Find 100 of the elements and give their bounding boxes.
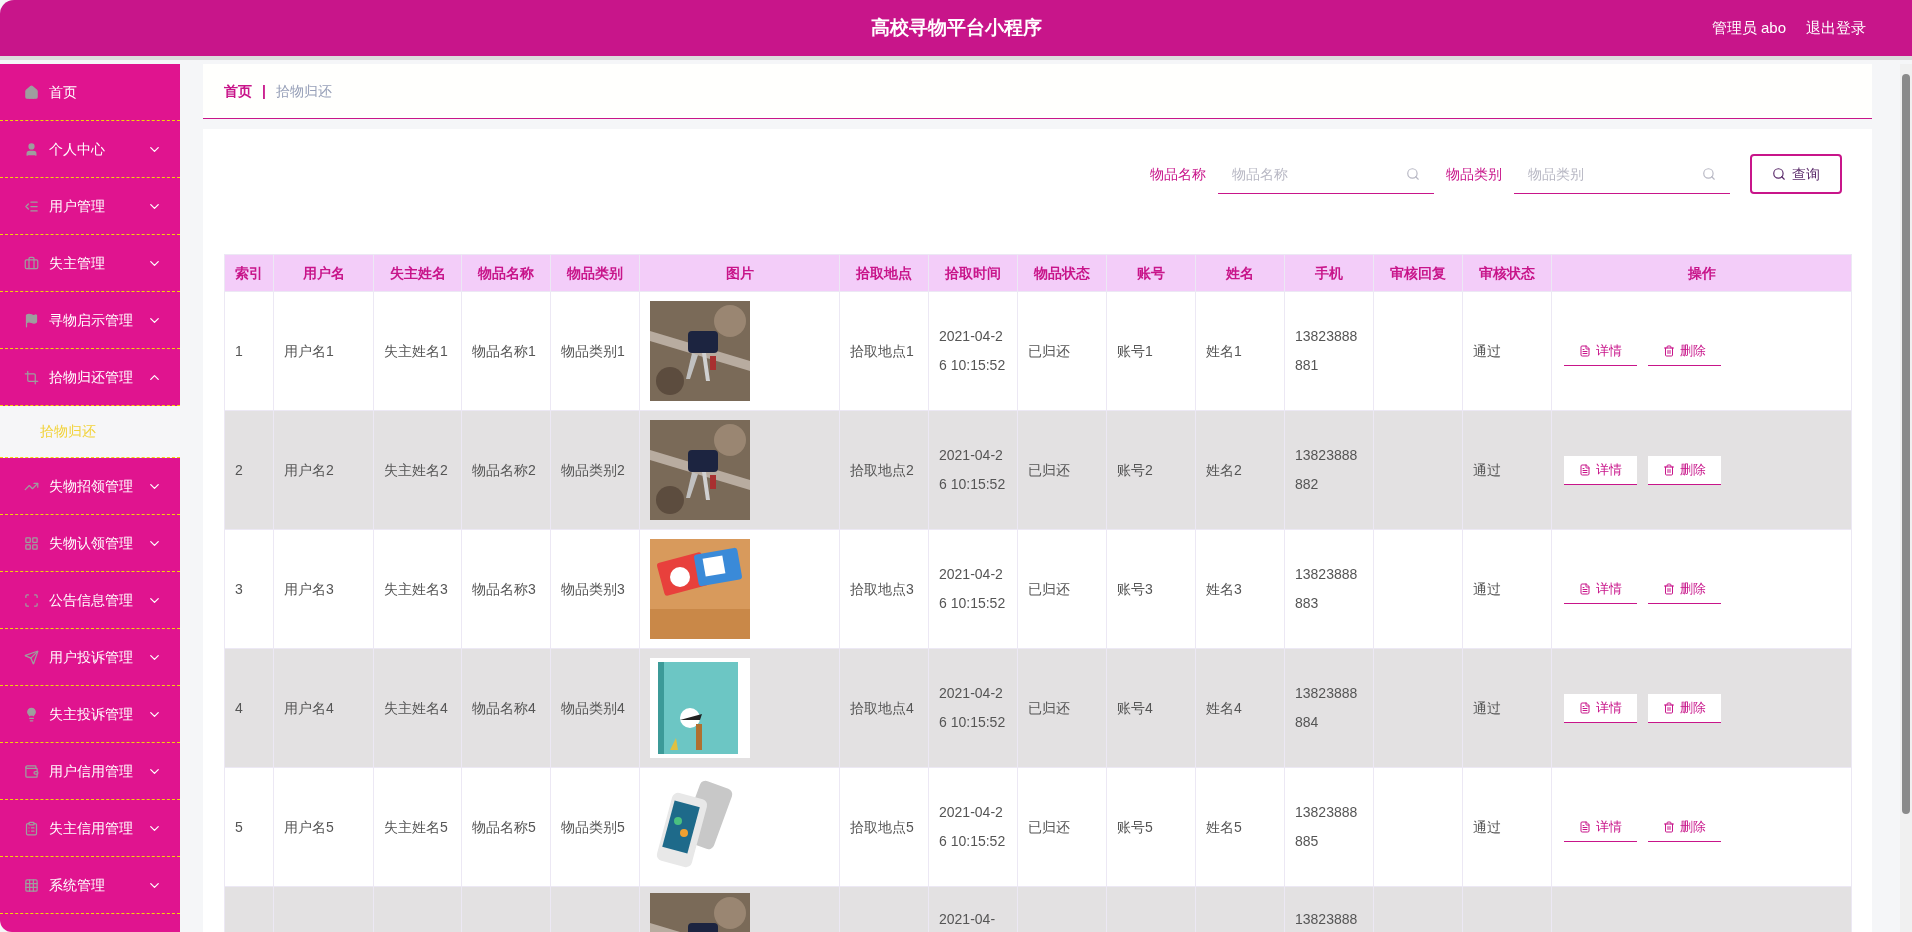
table-cell: 拾取地点1 bbox=[850, 342, 914, 359]
list-icon bbox=[24, 198, 39, 214]
table-cell: 账号1 bbox=[1117, 342, 1153, 359]
trash-icon bbox=[1663, 820, 1675, 833]
table-cell: 物品类别3 bbox=[561, 580, 625, 597]
delete-button[interactable]: 删除 bbox=[1648, 693, 1721, 723]
detail-button[interactable]: 详情 bbox=[1564, 693, 1637, 723]
table-cell: 物品类别5 bbox=[561, 818, 625, 835]
sidebar-item[interactable]: 用户管理 bbox=[0, 178, 180, 235]
table-cell: 失主姓名3 bbox=[384, 580, 448, 597]
table-cell: 物品类别2 bbox=[561, 461, 625, 478]
sidebar-item[interactable]: 失物招领管理 bbox=[0, 458, 180, 515]
trash-icon bbox=[1663, 463, 1675, 476]
table-cell: 物品名称4 bbox=[472, 699, 536, 716]
table-cell: 姓名4 bbox=[1206, 699, 1242, 716]
table-cell: 已归还 bbox=[1028, 342, 1070, 359]
table-cell: 2021-04- bbox=[939, 911, 996, 927]
search-icon bbox=[1406, 167, 1420, 181]
search-field[interactable]: 物品名称 bbox=[1218, 154, 1434, 194]
sidebar-item[interactable]: 系统管理 bbox=[0, 857, 180, 914]
table-cell: 用户名1 bbox=[284, 342, 334, 359]
detail-button[interactable]: 详情 bbox=[1564, 455, 1637, 485]
column-header: 物品类别 bbox=[550, 254, 640, 292]
table-cell: 13823888884 bbox=[1295, 685, 1358, 730]
logout-link[interactable]: 退出登录 bbox=[1806, 16, 1866, 40]
column-header: 姓名 bbox=[1195, 254, 1285, 292]
trash-icon bbox=[1663, 701, 1675, 714]
flag-icon bbox=[24, 312, 39, 328]
table-cell: 姓名5 bbox=[1206, 818, 1242, 835]
user-icon bbox=[24, 141, 39, 157]
column-header: 物品状态 bbox=[1017, 254, 1107, 292]
table-cell: 13823888 bbox=[1295, 911, 1358, 927]
table-cell: 13823888883 bbox=[1295, 566, 1358, 611]
briefcase-icon bbox=[24, 255, 39, 271]
table-cell: 13823888882 bbox=[1295, 447, 1358, 492]
table-cell: 物品类别1 bbox=[561, 342, 625, 359]
search-label: 物品类别 bbox=[1446, 164, 1502, 184]
column-header: 索引 bbox=[224, 254, 274, 292]
table-cell: 2021-04-26 10:15:52 bbox=[939, 447, 1006, 492]
column-header: 账号 bbox=[1106, 254, 1196, 292]
table-cell: 5 bbox=[235, 818, 243, 835]
table-cell: 用户名4 bbox=[284, 699, 334, 716]
sidebar-item[interactable]: 个人中心 bbox=[0, 121, 180, 178]
breadcrumb-home[interactable]: 首页 bbox=[224, 80, 252, 102]
scan-icon bbox=[24, 592, 39, 608]
column-header: 物品名称 bbox=[461, 254, 551, 292]
query-button[interactable]: 查询 bbox=[1750, 154, 1842, 194]
column-header: 审核回复 bbox=[1373, 254, 1463, 292]
column-header: 审核状态 bbox=[1462, 254, 1552, 292]
table-cell: 2021-04-26 10:15:52 bbox=[939, 328, 1006, 373]
sidebar-item[interactable]: 失物认领管理 bbox=[0, 515, 180, 572]
table-cell: 失主姓名1 bbox=[384, 342, 448, 359]
search-field[interactable]: 物品类别 bbox=[1514, 154, 1730, 194]
crop-icon bbox=[24, 369, 39, 385]
delete-button[interactable]: 删除 bbox=[1648, 574, 1721, 604]
home-icon bbox=[24, 84, 39, 100]
sidebar-item[interactable]: 首页 bbox=[0, 64, 180, 121]
search-label: 物品名称 bbox=[1150, 164, 1206, 184]
document-icon bbox=[1579, 582, 1591, 595]
table-cell: 4 bbox=[235, 699, 243, 716]
sidebar-item[interactable]: 公告信息管理 bbox=[0, 572, 180, 629]
table-cell: 1 bbox=[235, 342, 243, 359]
document-icon bbox=[1579, 344, 1591, 357]
table-cell: 物品名称3 bbox=[472, 580, 536, 597]
table-cell: 失主姓名4 bbox=[384, 699, 448, 716]
column-header: 拾取地点 bbox=[839, 254, 929, 292]
table-cell: 姓名1 bbox=[1206, 342, 1242, 359]
column-header: 手机 bbox=[1284, 254, 1374, 292]
lightbulb-icon bbox=[24, 706, 39, 722]
grid-icon bbox=[24, 535, 39, 551]
delete-button[interactable]: 删除 bbox=[1648, 336, 1721, 366]
table-cell: 已归还 bbox=[1028, 699, 1070, 716]
clipboard-icon bbox=[24, 820, 39, 836]
sidebar-item[interactable]: 用户信用管理 bbox=[0, 743, 180, 800]
table-cell: 账号4 bbox=[1117, 699, 1153, 716]
table-cell: 用户名2 bbox=[284, 461, 334, 478]
document-icon bbox=[1579, 701, 1591, 714]
detail-button[interactable]: 详情 bbox=[1564, 336, 1637, 366]
admin-name: 管理员 abo bbox=[1711, 17, 1786, 38]
table-cell: 通过 bbox=[1473, 461, 1501, 478]
sidebar-item[interactable]: 寻物启示管理 bbox=[0, 292, 180, 349]
table-cell: 拾取地点4 bbox=[850, 699, 914, 716]
table-cell: 13823888885 bbox=[1295, 804, 1358, 849]
column-header: 拾取时间 bbox=[928, 254, 1018, 292]
detail-button[interactable]: 详情 bbox=[1564, 812, 1637, 842]
sidebar-item[interactable]: 失主信用管理 bbox=[0, 800, 180, 857]
delete-button[interactable]: 删除 bbox=[1648, 812, 1721, 842]
trash-icon bbox=[1663, 344, 1675, 357]
sidebar-item[interactable]: 失主投诉管理 bbox=[0, 686, 180, 743]
sidebar-item[interactable]: 失主管理 bbox=[0, 235, 180, 292]
wallet-icon bbox=[24, 763, 39, 779]
table-cell: 通过 bbox=[1473, 818, 1501, 835]
delete-button[interactable]: 删除 bbox=[1648, 455, 1721, 485]
sidebar-item[interactable]: 用户投诉管理 bbox=[0, 629, 180, 686]
table-cell: 账号2 bbox=[1117, 461, 1153, 478]
breadcrumb-current: 拾物归还 bbox=[275, 81, 332, 101]
detail-button[interactable]: 详情 bbox=[1564, 574, 1637, 604]
table-cell: 用户名3 bbox=[284, 580, 334, 597]
table-cell: 2021-04-26 10:15:52 bbox=[939, 804, 1006, 849]
table-cell: 通过 bbox=[1473, 699, 1501, 716]
